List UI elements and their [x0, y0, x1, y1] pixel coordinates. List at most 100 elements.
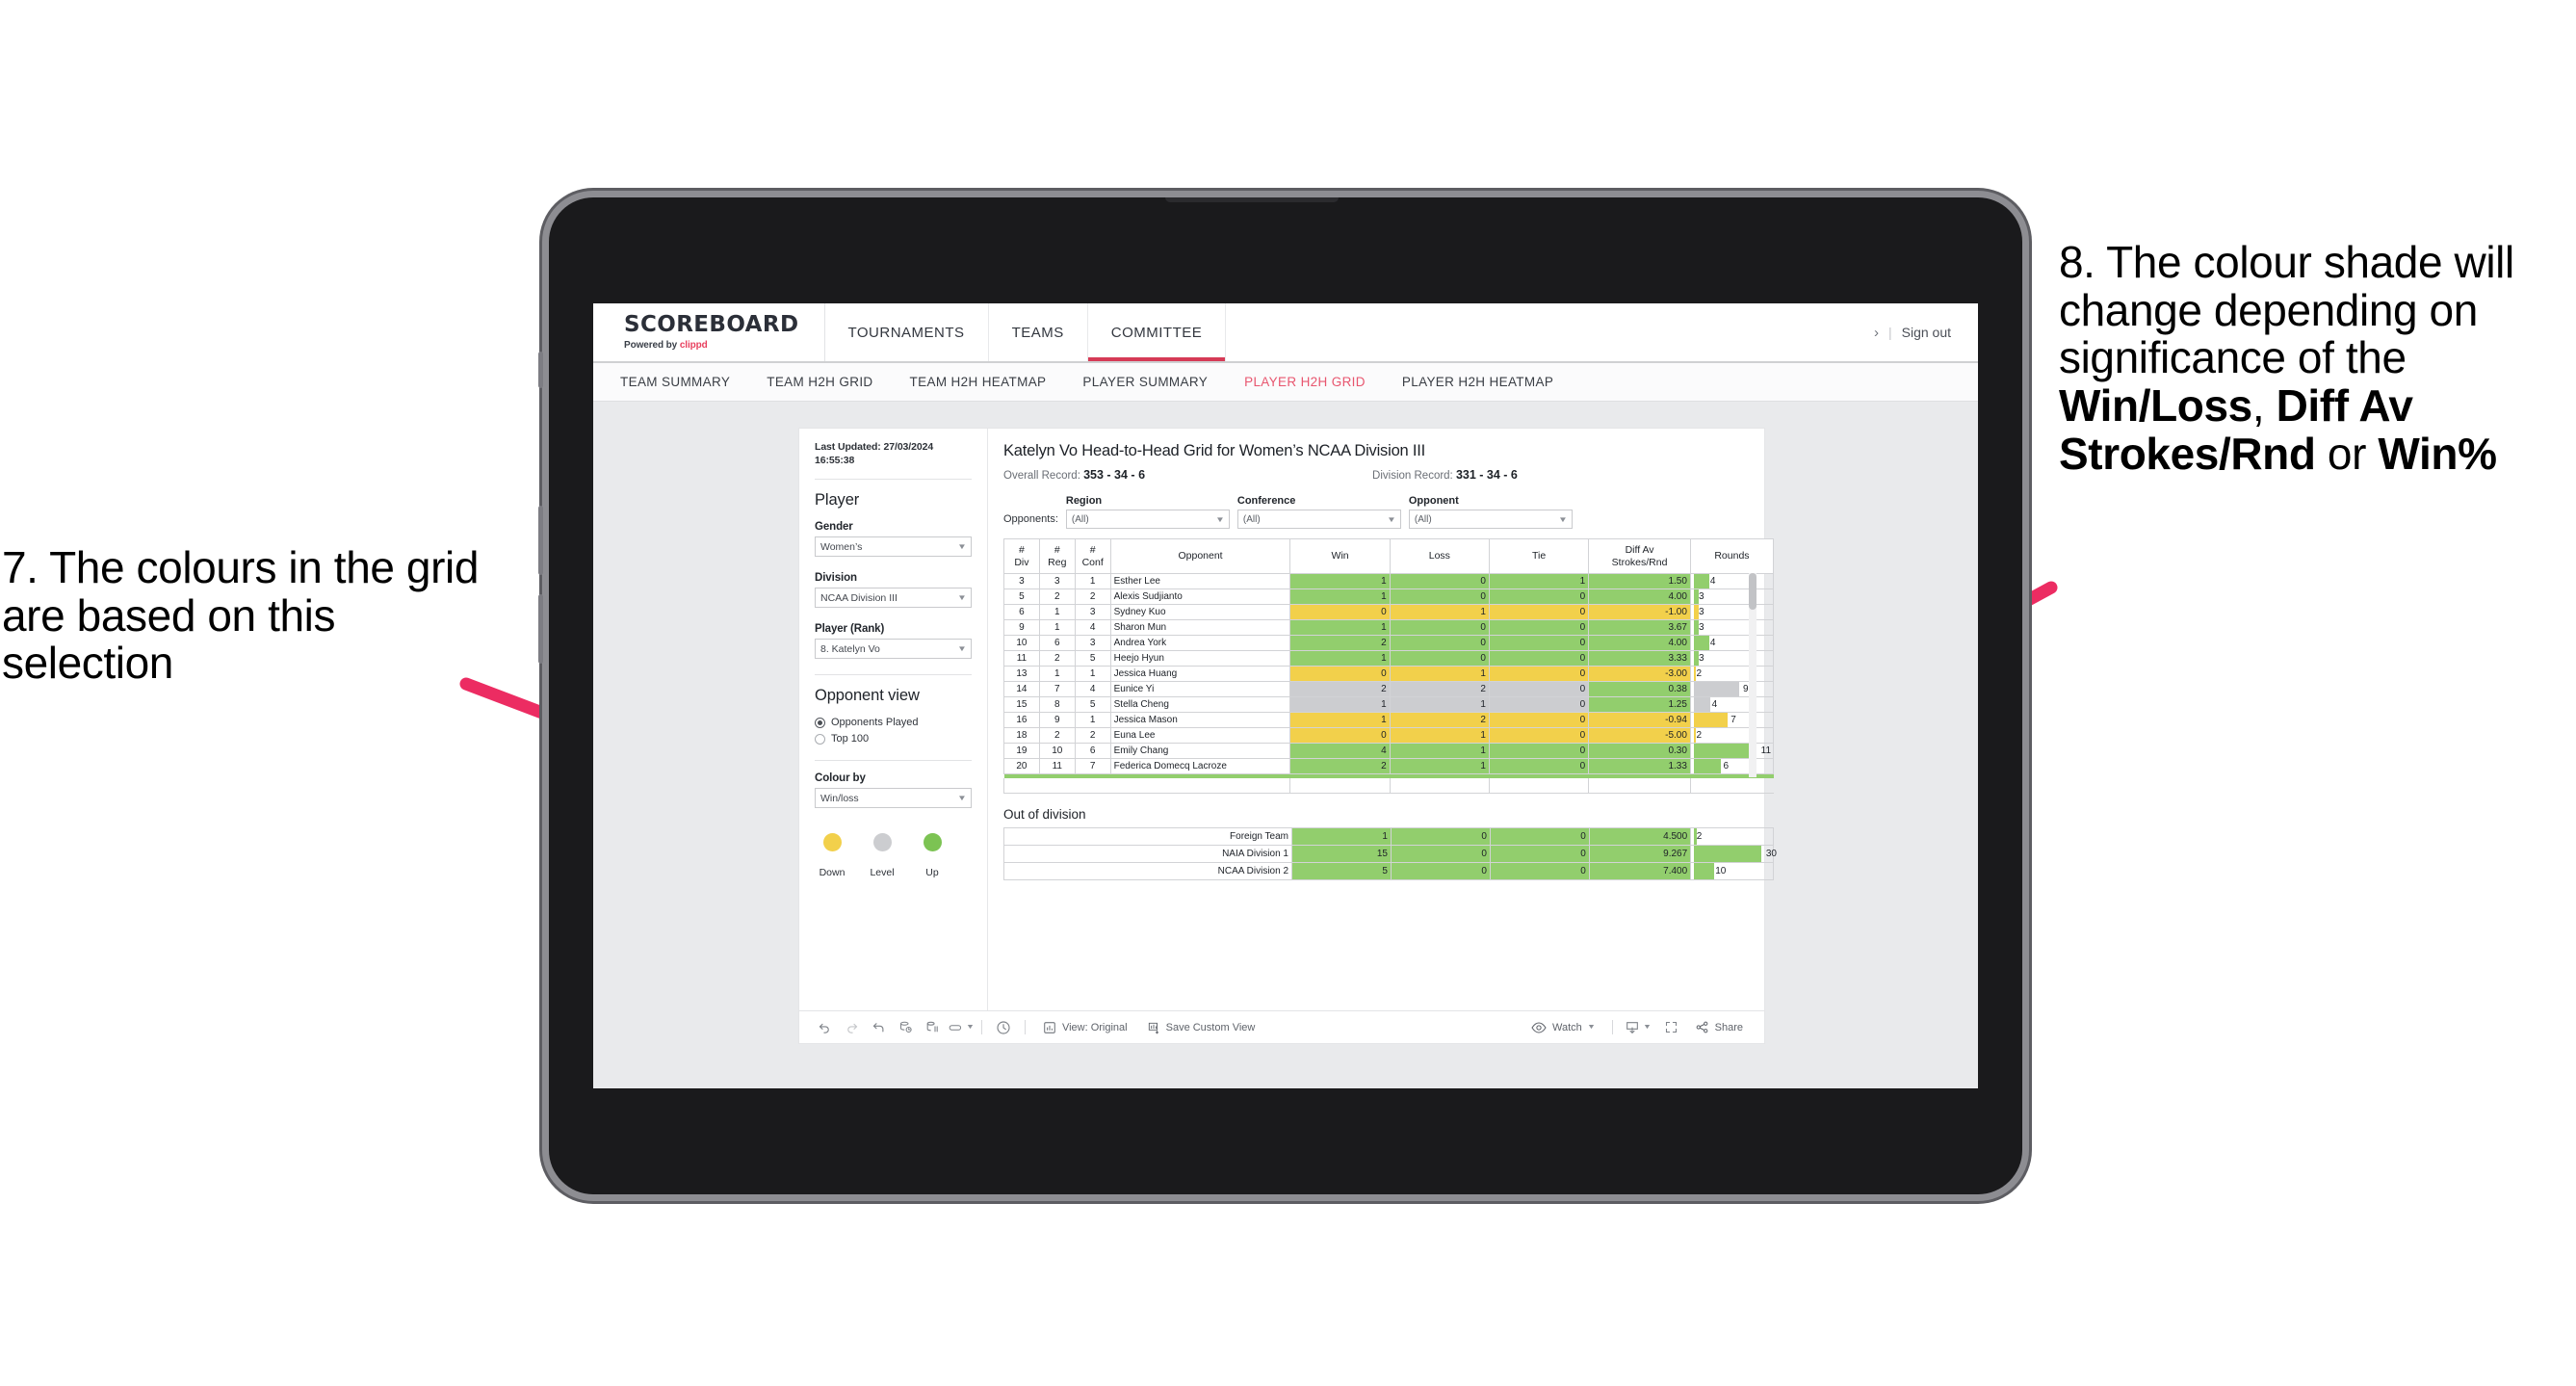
table-row[interactable]: 19 10 6 Emily Chang 4 1 0 0.30 11 — [1003, 743, 1775, 759]
toolbar-divider-1 — [980, 1020, 982, 1034]
cell-conf: 4 — [1074, 619, 1111, 636]
col-loss[interactable]: Loss — [1389, 538, 1490, 574]
table-row[interactable]: 6 1 3 Sydney Kuo 0 1 0 -1.00 3 — [1003, 604, 1775, 620]
viz-main: Katelyn Vo Head-to-Head Grid for Women’s… — [988, 429, 1777, 1010]
chevron-down-icon[interactable]: ▼ — [966, 1024, 975, 1031]
cell-tie: 0 — [1488, 588, 1590, 605]
out-of-division-table: Foreign Team 1 0 0 4.500 2 NAIA Division 1 15 0 0… — [1003, 827, 1777, 880]
fullscreen-icon[interactable] — [1658, 1015, 1685, 1040]
table-row[interactable]: 13 1 1 Jessica Huang 0 1 0 -3.00 2 — [1003, 666, 1775, 682]
tablet-speaker — [1165, 197, 1339, 202]
table-row[interactable]: 9 1 4 Sharon Mun 1 0 0 3.67 3 — [1003, 619, 1775, 636]
cell-opponent: Stella Cheng — [1109, 696, 1291, 713]
watch-button[interactable]: Watch ▼ — [1522, 1022, 1604, 1033]
table-row[interactable]: 18 2 2 Euna Lee 0 1 0 -5.00 2 — [1003, 727, 1775, 744]
cell-reg: 11 — [1038, 758, 1076, 774]
table-row[interactable]: 5 2 2 Alexis Sudjianto 1 0 0 4.00 3 — [1003, 588, 1775, 605]
pause-updates-icon[interactable] — [990, 1015, 1017, 1040]
colour-by-label: Colour by — [815, 772, 866, 785]
cell-div: 13 — [1003, 666, 1040, 682]
cell-ood-loss: 0 — [1390, 862, 1491, 880]
chevron-down-icon[interactable]: ▼ — [1643, 1024, 1652, 1031]
sign-out-link[interactable]: Sign out — [1902, 325, 1951, 340]
cell-ood-tie: 0 — [1489, 845, 1590, 863]
subnav-player-h2h-grid[interactable]: PLAYER H2H GRID — [1244, 375, 1366, 389]
cell-tie: 0 — [1488, 666, 1590, 682]
out-of-division-row[interactable]: NCAA Division 2 5 0 0 7.400 10 — [1003, 862, 1774, 880]
cell-rounds: 4 — [1689, 635, 1775, 651]
filter-conference-select[interactable]: (All) ▼ — [1236, 510, 1401, 529]
table-row[interactable]: 20 11 7 Federica Domecq Lacroze 2 1 0 1.33 6 — [1003, 758, 1775, 774]
annotation-right-lead: 8. The colour shade will change dependin… — [2059, 237, 2514, 383]
brand-logo[interactable]: SCOREBOARD Powered by clippd — [593, 303, 825, 361]
undo-icon[interactable] — [811, 1015, 838, 1040]
subnav-player-h2h-heatmap[interactable]: PLAYER H2H HEATMAP — [1402, 375, 1553, 389]
col-div[interactable]: # Div — [1003, 538, 1040, 574]
cell-diff: 4.00 — [1588, 635, 1691, 651]
cell-ood-tie: 0 — [1489, 827, 1590, 846]
cell-tie: 0 — [1488, 758, 1590, 774]
gender-select[interactable]: Women’s ▼ — [815, 536, 972, 558]
legend-item-up: Up — [919, 833, 946, 878]
refresh-icon[interactable] — [892, 1015, 919, 1040]
col-reg[interactable]: # Reg — [1038, 538, 1076, 574]
tablet-device: SCOREBOARD Powered by clippd TOURNAMENTS… — [538, 197, 2022, 1194]
cell-win: 2 — [1289, 681, 1391, 697]
out-of-division-row[interactable]: Foreign Team 1 0 0 4.500 2 — [1003, 827, 1774, 846]
table-row[interactable]: 11 2 5 Heejo Hyun 1 0 0 3.33 3 — [1003, 650, 1775, 667]
radio-opponents-played[interactable]: Opponents Played — [815, 717, 972, 728]
filter-opponent-select[interactable]: (All) ▼ — [1408, 510, 1573, 529]
cell-conf: 5 — [1074, 650, 1111, 667]
legend-item-level: Level — [869, 833, 896, 878]
col-tie[interactable]: Tie — [1488, 538, 1590, 574]
table-row[interactable]: 15 8 5 Stella Cheng 1 1 0 1.25 4 — [1003, 696, 1775, 713]
view-original-button[interactable]: View: Original — [1033, 1021, 1137, 1034]
nav-item-tournaments[interactable]: TOURNAMENTS — [825, 303, 989, 361]
cell-rounds: 2 — [1689, 727, 1775, 744]
highlight-icon[interactable] — [946, 1015, 967, 1040]
cell-rounds: 11 — [1689, 743, 1775, 759]
table-row[interactable]: 16 9 1 Jessica Mason 1 2 0 -0.94 7 — [1003, 712, 1775, 728]
redo-icon[interactable] — [838, 1015, 865, 1040]
cell-ood-rounds: 2 — [1690, 827, 1774, 846]
table-row[interactable]: 10 6 3 Andrea York 2 0 0 4.00 4 — [1003, 635, 1775, 651]
cell-ood-loss: 0 — [1390, 845, 1491, 863]
revert-icon[interactable] — [865, 1015, 892, 1040]
pause-icon[interactable] — [919, 1015, 946, 1040]
nav-item-teams[interactable]: TEAMS — [989, 303, 1088, 361]
cell-diff: 4.00 — [1588, 588, 1691, 605]
header-divider: | — [1887, 325, 1892, 340]
cell-opponent: Sydney Kuo — [1109, 604, 1291, 620]
col-conf[interactable]: # Conf — [1074, 538, 1111, 574]
out-of-division-row[interactable]: NAIA Division 1 15 0 0 9.267 30 — [1003, 845, 1777, 863]
share-button[interactable]: Share — [1685, 1020, 1753, 1034]
subnav-team-h2h-heatmap[interactable]: TEAM H2H HEATMAP — [910, 375, 1047, 389]
col-diff[interactable]: Diff Av Strokes/Rnd — [1588, 538, 1691, 574]
cell-win: 0 — [1289, 604, 1391, 620]
cell-div: 15 — [1003, 696, 1040, 713]
cell-ood-rounds: 30 — [1690, 845, 1777, 863]
col-win[interactable]: Win — [1289, 538, 1391, 574]
subnav-team-h2h-grid[interactable]: TEAM H2H GRID — [767, 375, 872, 389]
subnav-team-summary[interactable]: TEAM SUMMARY — [620, 375, 730, 389]
table-row[interactable]: 3 3 1 Esther Lee 1 0 1 1.50 4 — [1003, 573, 1775, 589]
division-select[interactable]: NCAA Division III ▼ — [815, 588, 972, 609]
table-row[interactable]: 14 7 4 Eunice Yi 2 2 0 0.38 9 — [1003, 681, 1775, 697]
download-icon[interactable] — [1621, 1015, 1644, 1040]
viz-body: Last Updated: 27/03/2024 16:55:38 Player… — [799, 429, 1777, 1010]
cell-opponent: Jessica Mason — [1109, 712, 1291, 728]
save-custom-view-button[interactable]: Save Custom View — [1137, 1021, 1265, 1034]
col-opponent[interactable]: Opponent — [1109, 538, 1291, 574]
radio-top-100[interactable]: Top 100 — [815, 733, 972, 745]
subnav-player-summary[interactable]: PLAYER SUMMARY — [1082, 375, 1208, 389]
colour-by-select[interactable]: Win/loss ▼ — [815, 788, 972, 809]
player-rank-select[interactable]: 8. Katelyn Vo ▼ — [815, 639, 972, 660]
filter-region-select[interactable]: (All) ▼ — [1065, 510, 1230, 529]
nav-item-committee[interactable]: COMMITTEE — [1088, 303, 1227, 361]
cell-rounds: 3 — [1689, 650, 1775, 667]
cell-ood-loss: 0 — [1390, 827, 1491, 846]
col-rounds[interactable]: Rounds — [1689, 538, 1775, 574]
grid-scrollbar-thumb[interactable] — [1749, 573, 1756, 610]
expand-chevron-icon[interactable]: › — [1874, 325, 1879, 341]
page-root: 7. The colours in the grid are based on … — [0, 0, 2576, 1386]
